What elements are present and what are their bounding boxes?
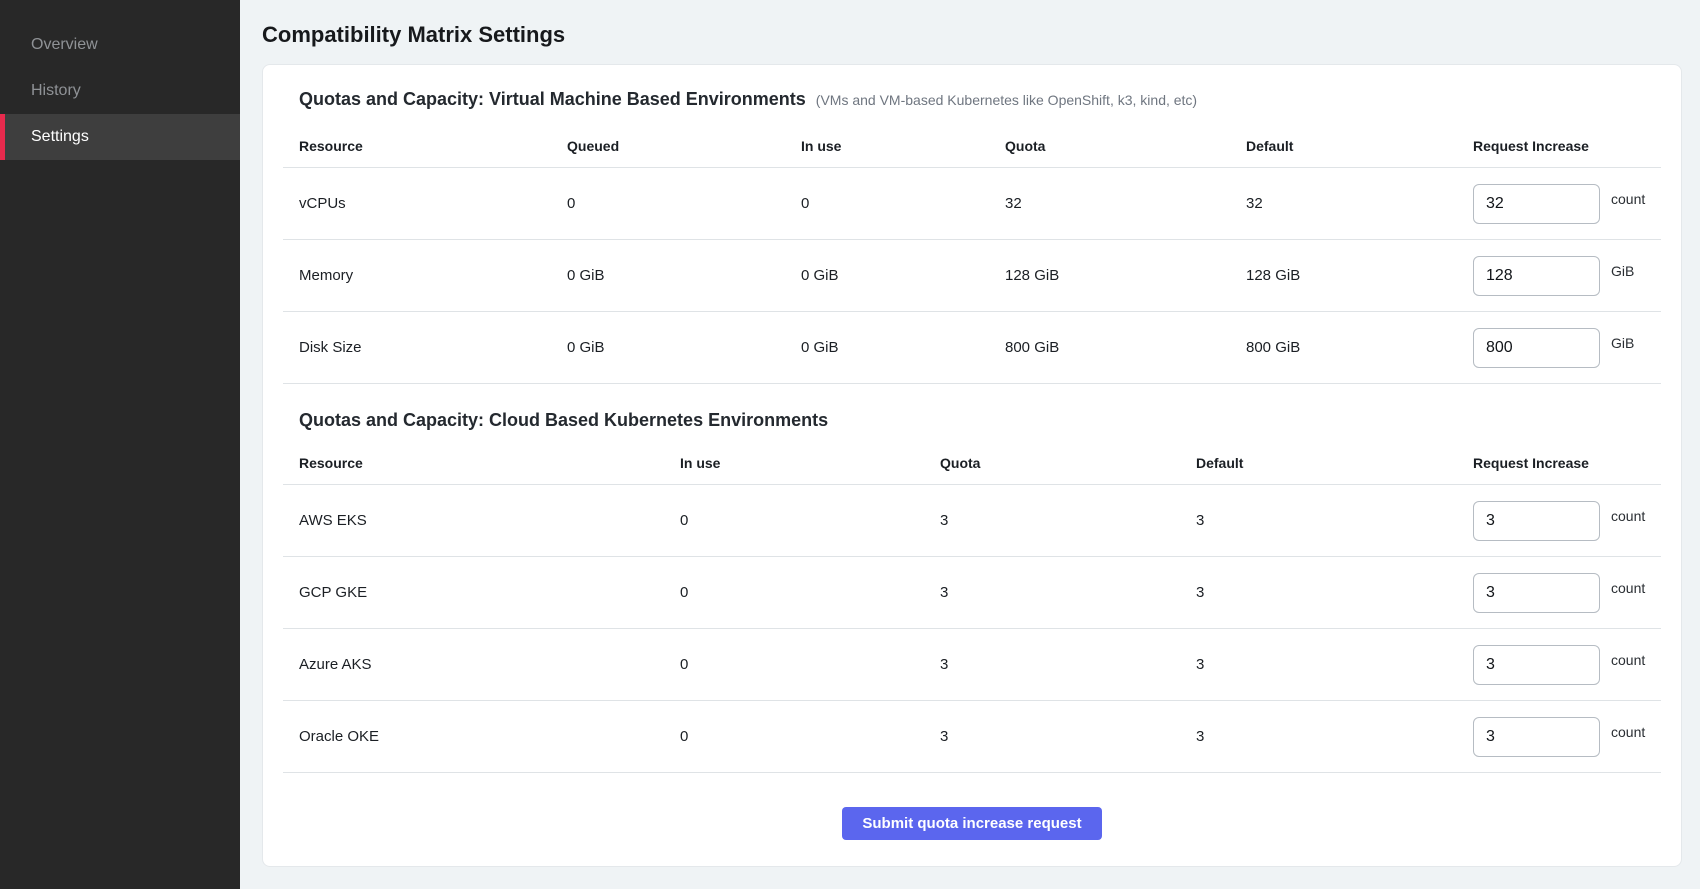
request-increase-cell: count — [1473, 717, 1661, 757]
unit-label: count — [1611, 652, 1645, 668]
resource-name: Azure AKS — [283, 656, 680, 673]
column-header-request-increase: Request Increase — [1473, 455, 1661, 471]
sidebar-item-history[interactable]: History — [0, 68, 240, 114]
table-row-oracle-oke: Oracle OKE 0 3 3 count — [283, 701, 1661, 773]
column-header-queued: Queued — [567, 138, 801, 154]
memory-request-input[interactable] — [1473, 256, 1600, 296]
main-content: Compatibility Matrix Settings Quotas and… — [240, 0, 1700, 889]
in-use-value: 0 — [680, 728, 940, 745]
cloud-table-header-row: Resource In use Quota Default Request In… — [283, 441, 1661, 485]
in-use-value: 0 GiB — [801, 339, 1005, 356]
request-increase-cell: GiB — [1473, 256, 1661, 296]
vm-quota-table: Resource Queued In use Quota Default Req… — [283, 124, 1661, 384]
quota-value: 32 — [1005, 195, 1246, 212]
column-header-in-use: In use — [680, 455, 940, 471]
default-value: 3 — [1196, 512, 1473, 529]
aws-eks-request-input[interactable] — [1473, 501, 1600, 541]
quota-value: 800 GiB — [1005, 339, 1246, 356]
default-value: 32 — [1246, 195, 1473, 212]
default-value: 800 GiB — [1246, 339, 1473, 356]
table-row-azure-aks: Azure AKS 0 3 3 count — [283, 629, 1661, 701]
column-header-resource: Resource — [283, 455, 680, 471]
resource-name: Memory — [283, 267, 567, 284]
resource-name: Disk Size — [283, 339, 567, 356]
quota-value: 3 — [940, 584, 1196, 601]
in-use-value: 0 — [680, 512, 940, 529]
table-row-disk-size: Disk Size 0 GiB 0 GiB 800 GiB 800 GiB Gi… — [283, 312, 1661, 384]
in-use-value: 0 — [801, 195, 1005, 212]
quota-value: 3 — [940, 512, 1196, 529]
vm-section-title: Quotas and Capacity: Virtual Machine Bas… — [299, 89, 806, 110]
disk-size-request-input[interactable] — [1473, 328, 1600, 368]
request-increase-cell: count — [1473, 573, 1661, 613]
unit-label: count — [1611, 724, 1645, 740]
vm-section-subtitle: (VMs and VM-based Kubernetes like OpenSh… — [816, 92, 1197, 108]
default-value: 3 — [1196, 584, 1473, 601]
vcpus-request-input[interactable] — [1473, 184, 1600, 224]
request-increase-cell: count — [1473, 501, 1661, 541]
quota-value: 128 GiB — [1005, 267, 1246, 284]
column-header-request-increase: Request Increase — [1473, 138, 1661, 154]
default-value: 3 — [1196, 656, 1473, 673]
vm-section-header: Quotas and Capacity: Virtual Machine Bas… — [283, 89, 1661, 110]
sidebar: Overview History Settings — [0, 0, 240, 889]
azure-aks-request-input[interactable] — [1473, 645, 1600, 685]
cloud-section-title: Quotas and Capacity: Cloud Based Kuberne… — [299, 410, 828, 431]
app-root: Overview History Settings Compatibility … — [0, 0, 1700, 889]
request-increase-cell: count — [1473, 645, 1661, 685]
unit-label: count — [1611, 191, 1645, 207]
column-header-default: Default — [1246, 138, 1473, 154]
sidebar-item-settings[interactable]: Settings — [0, 114, 240, 160]
sidebar-item-overview[interactable]: Overview — [0, 22, 240, 68]
resource-name: AWS EKS — [283, 512, 680, 529]
table-row-memory: Memory 0 GiB 0 GiB 128 GiB 128 GiB GiB — [283, 240, 1661, 312]
column-header-quota: Quota — [940, 455, 1196, 471]
submit-quota-increase-button[interactable]: Submit quota increase request — [842, 807, 1101, 840]
page-title: Compatibility Matrix Settings — [262, 16, 1682, 48]
submit-row: Submit quota increase request — [283, 773, 1661, 840]
resource-name: GCP GKE — [283, 584, 680, 601]
unit-label: GiB — [1611, 263, 1634, 279]
cloud-quota-table: Resource In use Quota Default Request In… — [283, 441, 1661, 773]
settings-card: Quotas and Capacity: Virtual Machine Bas… — [262, 64, 1682, 867]
default-value: 3 — [1196, 728, 1473, 745]
column-header-quota: Quota — [1005, 138, 1246, 154]
in-use-value: 0 — [680, 656, 940, 673]
unit-label: count — [1611, 580, 1645, 596]
table-row-aws-eks: AWS EKS 0 3 3 count — [283, 485, 1661, 557]
in-use-value: 0 GiB — [801, 267, 1005, 284]
unit-label: count — [1611, 508, 1645, 524]
column-header-resource: Resource — [283, 138, 567, 154]
request-increase-cell: GiB — [1473, 328, 1661, 368]
queued-value: 0 GiB — [567, 339, 801, 356]
quota-value: 3 — [940, 656, 1196, 673]
request-increase-cell: count — [1473, 184, 1661, 224]
in-use-value: 0 — [680, 584, 940, 601]
column-header-default: Default — [1196, 455, 1473, 471]
resource-name: Oracle OKE — [283, 728, 680, 745]
column-header-in-use: In use — [801, 138, 1005, 154]
resource-name: vCPUs — [283, 195, 567, 212]
default-value: 128 GiB — [1246, 267, 1473, 284]
cloud-section-header: Quotas and Capacity: Cloud Based Kuberne… — [283, 410, 1661, 431]
gcp-gke-request-input[interactable] — [1473, 573, 1600, 613]
unit-label: GiB — [1611, 335, 1634, 351]
table-row-vcpus: vCPUs 0 0 32 32 count — [283, 168, 1661, 240]
queued-value: 0 GiB — [567, 267, 801, 284]
quota-value: 3 — [940, 728, 1196, 745]
table-row-gcp-gke: GCP GKE 0 3 3 count — [283, 557, 1661, 629]
vm-table-header-row: Resource Queued In use Quota Default Req… — [283, 124, 1661, 168]
queued-value: 0 — [567, 195, 801, 212]
oracle-oke-request-input[interactable] — [1473, 717, 1600, 757]
